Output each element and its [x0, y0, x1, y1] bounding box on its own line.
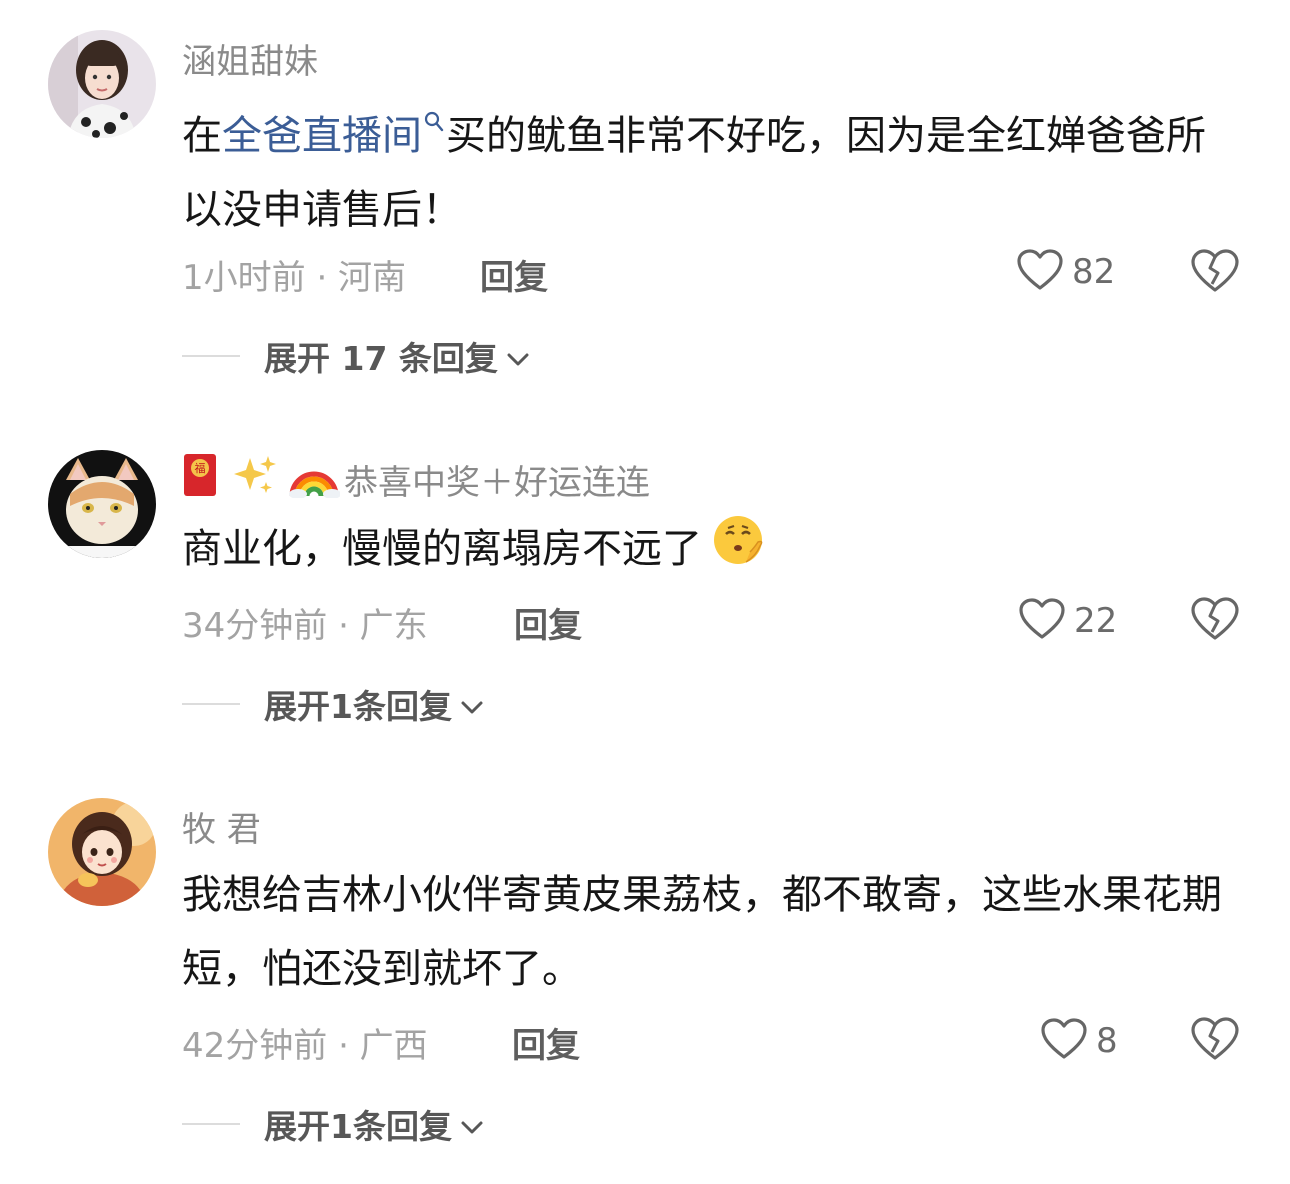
like-button[interactable]: 8 [1040, 1017, 1118, 1065]
search-icon[interactable] [424, 111, 444, 139]
time-location: 34分钟前 · 广东 [182, 606, 428, 646]
reply-button[interactable]: 回复 [480, 250, 548, 299]
broken-heart-icon [1190, 1017, 1240, 1066]
username-row[interactable]: 福 恭喜中奖＋好运连连 [182, 452, 650, 507]
comment-text: 在全爸直播间 买的鱿鱼非常不好吃，因为是全红婵爸爸所以没申请售后！ [182, 90, 1242, 247]
expand-replies-label: 展开1条回复 [264, 687, 452, 726]
heart-outline-icon [1018, 597, 1066, 645]
comment-text-body: 商业化，慢慢的离塌房不远了 [182, 526, 702, 572]
avatar[interactable] [48, 798, 156, 906]
red-envelope-icon: 福 [182, 452, 218, 507]
shushing-face-icon [710, 512, 768, 590]
live-room-link[interactable]: 全爸直播间 [222, 113, 422, 159]
sparkles-icon [232, 452, 278, 507]
username[interactable]: 涵姐甜妹 [182, 34, 318, 83]
like-count: 82 [1072, 252, 1116, 292]
dislike-button[interactable] [1190, 596, 1240, 646]
divider [182, 703, 240, 705]
broken-heart-icon [1190, 249, 1240, 298]
chevron-down-icon [506, 337, 530, 376]
expand-replies-label: 展开1条回复 [264, 1107, 452, 1146]
like-count: 8 [1096, 1021, 1118, 1061]
time-location: 42分钟前 · 广西 [182, 1026, 428, 1066]
expand-replies-label: 展开 17 条回复 [264, 339, 498, 378]
comment-text: 我想给吉林小伙伴寄黄皮果荔枝，都不敢寄，这些水果花期短，怕还没到就坏了。 [182, 872, 1222, 992]
expand-replies-button[interactable]: 展开1条回复 [182, 1100, 484, 1148]
avatar[interactable] [48, 450, 156, 558]
like-button[interactable]: 22 [1018, 597, 1117, 645]
avatar[interactable] [48, 30, 156, 138]
username[interactable]: 牧 君 [182, 802, 261, 851]
expand-replies-button[interactable]: 展开 17 条回复 [182, 332, 530, 380]
expand-replies-button[interactable]: 展开1条回复 [182, 680, 484, 728]
heart-outline-icon [1040, 1017, 1088, 1065]
rainbow-icon [288, 452, 341, 507]
divider [182, 355, 240, 357]
like-button[interactable]: 82 [1016, 248, 1115, 296]
comment-text-prefix: 在 [182, 113, 222, 159]
divider [182, 1123, 240, 1125]
time-location: 1小时前 · 河南 [182, 258, 407, 298]
chevron-down-icon [460, 1105, 484, 1144]
reply-button[interactable]: 回复 [514, 598, 582, 647]
broken-heart-icon [1190, 597, 1240, 646]
dislike-button[interactable] [1190, 248, 1240, 298]
dislike-button[interactable] [1190, 1016, 1240, 1066]
reply-button[interactable]: 回复 [512, 1018, 580, 1067]
username: 恭喜中奖＋好运连连 [344, 463, 650, 503]
heart-outline-icon [1016, 248, 1064, 296]
svg-text:福: 福 [195, 461, 206, 475]
chevron-down-icon [460, 685, 484, 724]
like-count: 22 [1074, 601, 1118, 641]
comment-text: 商业化，慢慢的离塌房不远了 [182, 512, 1242, 590]
